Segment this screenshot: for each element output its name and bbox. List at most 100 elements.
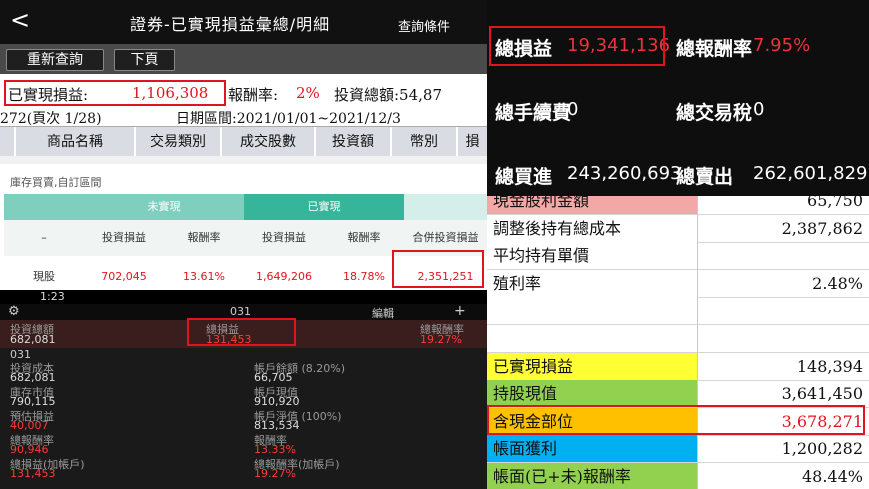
group-header-unrealized: 未實現 [84,194,244,220]
highlight-box-total-pl [187,318,296,346]
total-buy-value: 243,260,693 [567,163,682,184]
detail-row: 庫存市值 790,115 帳戶現值 910,920 [0,384,487,408]
total-buy-label: 總買進 [495,166,553,188]
row-label-stock: 現股 [33,270,55,283]
sheet-label-cell[interactable]: 殖利率 [487,269,698,298]
sheet-value-cell[interactable]: 1,200,282 [698,435,869,464]
realized-pl-value: 1,649,206 [256,270,312,283]
detail-value: 13.33% [254,443,296,456]
highlight-box-combined [392,250,484,288]
date-range: 日期區間:2021/01/01~2021/12/3 [176,111,401,127]
detail-value: 910,920 [254,395,300,408]
detail-row: 總報酬率 90,946 報酬率 13.33% [0,432,487,456]
total-fee-value: 0 [567,99,579,120]
sheet-label-cell[interactable]: 已實現損益 [487,352,698,381]
detail-row: 預估損益 40,007 帳戶淨值 (100%) 813,534 [0,408,487,432]
rate-label: 報酬率: [228,86,279,104]
sheet-row: 現金股利金額 65,750 [487,196,869,215]
investment-total-value: 682,081 [10,333,56,346]
page-title: 證券-已實現損益彙總/明細 [130,15,331,34]
sheet-value-cell[interactable]: 3,641,450 [698,380,869,409]
sheet-row: 帳面(已+未)報酬率 48.44% [487,463,869,489]
inventory-pl-panel: 庫存買賣,自訂區間 未實現 已實現 – 投資損益 報酬率 投資損益 報酬率 合併… [0,156,487,290]
sub-header-dash: – [4,220,84,256]
sheet-row [487,325,869,353]
header-trade-type: 交易類別 [134,127,220,156]
sheet-value-cell[interactable]: 2,387,862 [698,215,869,243]
header-shares: 成交股數 [220,127,314,156]
detail-value: 682,081 [10,371,56,384]
page-indicator: 272(頁次 1/28) [0,111,102,127]
group-header-realized: 已實現 [244,194,404,220]
section-title: 庫存買賣,自訂區間 [10,176,102,189]
sheet-row: 帳面獲利 1,200,282 [487,435,869,464]
sheet-row: 已實現損益 148,394 [487,352,869,381]
total-sell-label: 總賣出 [676,166,734,188]
clock-text: 1:23 [40,290,65,303]
realized-pl-panel: < 證券-已實現損益彙總/明細 查詢條件 重新查詢 下頁 已實現損益: 1,10… [0,0,487,156]
header-cell-edge [0,127,14,156]
total-rate-value: 19.27% [420,333,462,346]
page-info-row: 272(頁次 1/28) 日期區間:2021/01/01~2021/12/3 [0,106,487,127]
sub-header-unrealized-pl: 投資損益 [84,220,164,256]
total-tax-label: 總交易稅 [676,102,753,124]
sheet-value-cell[interactable]: 2.48% [698,270,869,298]
total-fee-label: 總手續費 [495,102,572,124]
add-button[interactable]: + [454,303,466,319]
sheet-row: 調整後持有總成本 2,387,862 [487,214,869,243]
sheet-label-cell[interactable] [487,325,698,353]
detail-value: 790,115 [10,395,56,408]
sheet-value-cell[interactable] [698,297,869,326]
requery-button[interactable]: 重新查詢 [6,49,104,71]
summary-card-panel: 總損益 19,341,136 總報酬率 7.95% 總手續費 0 總交易稅 0 … [487,0,869,196]
status-bar: 1:23 [0,290,487,304]
gear-icon[interactable]: ⚙ [8,304,20,319]
spreadsheet-panel: 現金股利金額 65,750 調整後持有總成本 2,387,862 平均持有單價 殖利率 2.… [487,196,869,489]
detail-value: 131,453 [10,467,56,480]
sheet-label-cell[interactable]: 現金股利金額 [487,196,698,215]
sheet-row: 持股現值 3,641,450 [487,380,869,409]
sheet-value-cell[interactable] [698,242,869,271]
header-currency: 幣別 [390,127,456,156]
sheet-label-cell[interactable]: 平均持有單價 [487,242,698,271]
sub-header-realized-pl: 投資損益 [244,220,324,256]
total-tax-value: 0 [753,99,765,120]
portfolio-code: 031 [230,305,251,318]
next-page-button[interactable]: 下頁 [114,49,175,71]
header-product-name: 商品名稱 [14,127,134,156]
sheet-value-cell[interactable]: 65,750 [698,196,869,215]
edit-button[interactable]: 編輯 [372,305,394,321]
table-header: 商品名稱 交易類別 成交股數 投資額 幣別 損 [0,126,487,156]
detail-value: 19.27% [254,467,296,480]
mobile-portfolio-panel: 1:23 ⚙ 031 編輯 + 投資總額 682,081 總損益 131,453… [0,290,487,489]
sub-header-unrealized-rate: 報酬率 [164,220,244,256]
back-button[interactable]: < [10,6,30,34]
detail-grid: 投資成本 682,081 帳戶餘額 (8.20%) 66,705 庫存市值 79… [0,360,487,489]
detail-value: 66,705 [254,371,293,384]
sheet-label-cell[interactable]: 帳面獲利 [487,435,698,464]
query-conditions-button[interactable]: 查詢條件 [398,16,450,35]
detail-row: 投資成本 682,081 帳戶餘額 (8.20%) 66,705 [0,360,487,384]
group-header-blank [4,194,84,220]
total-rate-label: 總報酬率 [676,38,753,60]
header-investment: 投資額 [314,127,390,156]
sheet-label-cell[interactable]: 調整後持有總成本 [487,214,698,243]
detail-value: 40,007 [10,419,49,432]
sheet-value-cell[interactable]: 148,394 [698,353,869,381]
sheet-row [487,297,869,326]
highlight-box-total-pl [489,26,665,66]
sheet-value-cell[interactable]: 48.44% [698,463,869,489]
total-rate-value: 7.95% [753,35,811,56]
sheet-label-cell[interactable] [487,297,698,326]
detail-row: 總損益(加帳戶) 131,453 總報酬率(加帳戶) 19.27% [0,456,487,480]
sheet-row: 殖利率 2.48% [487,269,869,298]
unrealized-pl-value: 702,045 [101,270,147,283]
sheet-value-cell[interactable] [698,325,869,353]
detail-value: 90,946 [10,443,49,456]
unrealized-rate-value: 13.61% [183,270,225,283]
sheet-row: 平均持有單價 [487,242,869,271]
sheet-label-cell[interactable]: 帳面(已+未)報酬率 [487,463,698,489]
total-sell-value: 262,601,829 [753,163,868,184]
sheet-label-cell[interactable]: 持股現值 [487,380,698,409]
investment-total: 投資總額:54,87 [334,86,442,104]
